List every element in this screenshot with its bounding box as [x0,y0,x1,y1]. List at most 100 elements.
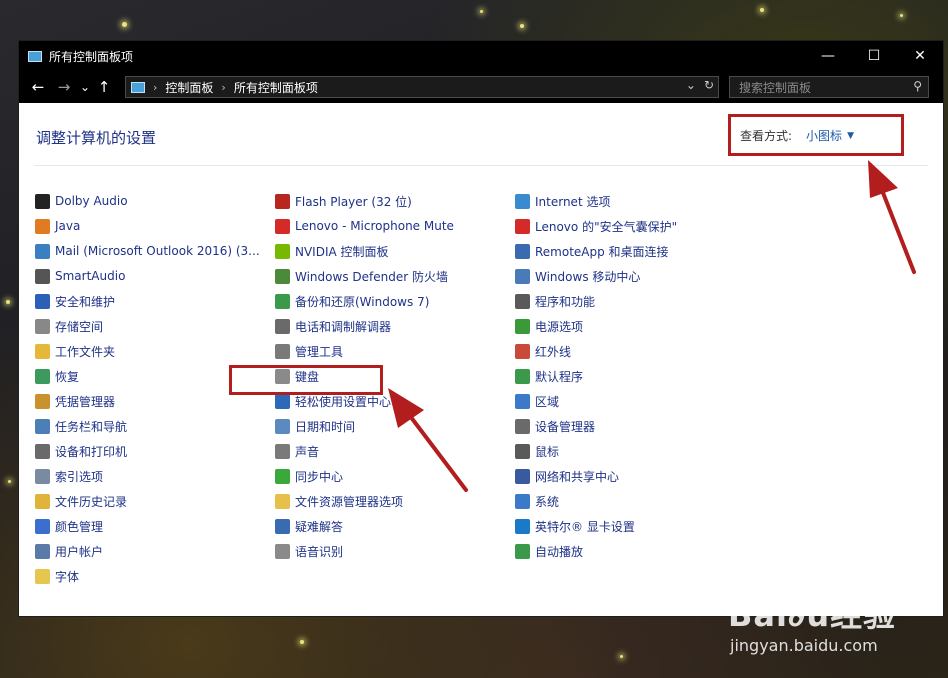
nvidia-icon [275,243,290,259]
smartaudio-icon [35,268,50,284]
control-panel-item[interactable]: Mail (Microsoft Outlook 2016) (3... [35,241,260,261]
user-icon [35,543,50,559]
region-icon [515,393,530,409]
control-panel-item[interactable]: 用户帐户 [35,541,103,561]
item-label: 安全和维护 [55,294,116,309]
background-sparkle [900,14,903,17]
breadcrumb-control-panel[interactable]: 控制面板 [165,79,213,96]
control-panel-item[interactable]: 自动播放 [515,541,583,561]
control-panel-item[interactable]: 凭据管理器 [35,391,115,411]
control-panel-item[interactable]: 管理工具 [275,341,343,361]
control-panel-item[interactable]: 英特尔® 显卡设置 [515,516,635,536]
recent-locations-button[interactable]: ⌄ [77,74,93,100]
search-input[interactable]: 搜索控制面板 ⚲ [729,76,929,98]
page-title: 调整计算机的设置 [36,129,157,147]
item-label: 同步中心 [295,469,344,484]
network-icon [515,468,530,484]
search-placeholder: 搜索控制面板 [739,80,812,95]
control-panel-item[interactable]: 恢复 [35,366,79,386]
control-panel-item[interactable]: 文件历史记录 [35,491,127,511]
airbag-icon [515,218,530,234]
item-label: Windows Defender 防火墙 [295,269,448,284]
baidu-watermark: Bai∂u经验 jingyan.baidu.com [728,590,896,655]
control-panel-item[interactable]: 鼠标 [515,441,559,461]
control-panel-item[interactable]: 区域 [515,391,559,411]
background-sparkle [122,22,127,27]
item-label: 英特尔® 显卡设置 [535,519,635,534]
control-panel-item[interactable]: 红外线 [515,341,571,361]
item-label: 凭据管理器 [55,394,116,409]
item-label: 设备和打印机 [55,444,128,459]
control-panel-item[interactable]: 语音识别 [275,541,343,561]
control-panel-item[interactable]: 字体 [35,566,79,586]
control-panel-item[interactable]: 备份和还原(Windows 7) [275,291,429,311]
item-label: 字体 [55,569,80,584]
control-panel-item[interactable]: 任务栏和导航 [35,416,127,436]
modem-icon [275,318,290,334]
minimize-button[interactable]: — [805,41,851,71]
up-button[interactable]: ↑ [93,74,115,100]
background-sparkle [520,24,524,28]
control-panel-item[interactable]: 声音 [275,441,319,461]
system-icon [515,493,530,509]
item-label: 管理工具 [295,344,344,359]
control-panel-item[interactable]: 电源选项 [515,316,583,336]
control-panel-item[interactable]: 索引选项 [35,466,103,486]
control-panel-item[interactable]: 存储空间 [35,316,103,336]
control-panel-item[interactable]: 安全和维护 [35,291,115,311]
forward-button[interactable]: → [51,74,77,100]
control-panel-item[interactable]: 设备管理器 [515,416,595,436]
refresh-icon[interactable]: ↻ [704,78,714,92]
control-panel-item[interactable]: 同步中心 [275,466,343,486]
address-bar[interactable]: › 控制面板 › 所有控制面板项 ⌄ ↻ [125,76,719,98]
item-label: 备份和还原(Windows 7) [295,294,430,309]
control-panel-item[interactable]: Lenovo - Microphone Mute [275,216,454,236]
control-panel-item[interactable]: 疑难解答 [275,516,343,536]
breadcrumb-all-items[interactable]: 所有控制面板项 [234,79,318,96]
control-panel-item[interactable]: 文件资源管理器选项 [275,491,403,511]
control-panel-item[interactable]: Flash Player (32 位) [275,191,412,211]
control-panel-item[interactable]: 颜色管理 [35,516,103,536]
item-label: 网络和共享中心 [535,469,620,484]
sound-icon [275,443,290,459]
control-panel-item[interactable]: 网络和共享中心 [515,466,619,486]
control-panel-item[interactable]: Lenovo 的"安全气囊保护" [515,216,677,236]
control-panel-item[interactable]: 系统 [515,491,559,511]
background-sparkle [300,640,304,644]
programs-icon [515,293,530,309]
control-panel-item[interactable]: 默认程序 [515,366,583,386]
title-bar[interactable]: 所有控制面板项 — ☐ ✕ [19,41,943,71]
control-panel-item[interactable]: NVIDIA 控制面板 [275,241,389,261]
index-icon [35,468,50,484]
close-button[interactable]: ✕ [897,41,943,71]
control-panel-item[interactable]: 电话和调制解调器 [275,316,391,336]
chevron-down-icon[interactable]: ⌄ [686,78,696,92]
control-panel-item[interactable]: 日期和时间 [275,416,355,436]
mouse-icon [515,443,530,459]
control-panel-item[interactable]: SmartAudio [35,266,125,286]
ease-access-icon [275,393,290,409]
control-panel-item[interactable]: 程序和功能 [515,291,595,311]
item-label: 鼠标 [535,444,560,459]
control-panel-item[interactable]: Internet 选项 [515,191,610,211]
watermark-logo: Bai∂u经验 [728,596,897,634]
breadcrumb-separator: › [221,80,226,94]
back-button[interactable]: ← [25,74,51,100]
control-panel-item[interactable]: 工作文件夹 [35,341,115,361]
item-label: 索引选项 [55,469,104,484]
item-label: Lenovo 的"安全气囊保护" [535,219,678,234]
control-panel-item[interactable]: 设备和打印机 [35,441,127,461]
control-panel-item[interactable]: Windows Defender 防火墙 [275,266,448,286]
control-panel-item[interactable]: Java [35,216,80,236]
control-panel-item[interactable]: Dolby Audio [35,191,128,211]
item-label: 颜色管理 [55,519,104,534]
folder-options-icon [275,493,290,509]
search-icon[interactable]: ⚲ [913,79,922,93]
item-label: 轻松使用设置中心 [295,394,392,409]
sync-icon [275,468,290,484]
item-label: 电源选项 [535,319,584,334]
control-panel-item[interactable]: RemoteApp 和桌面连接 [515,241,669,261]
control-panel-item[interactable]: Windows 移动中心 [515,266,640,286]
maximize-button[interactable]: ☐ [851,41,897,71]
item-label: 声音 [295,444,320,459]
